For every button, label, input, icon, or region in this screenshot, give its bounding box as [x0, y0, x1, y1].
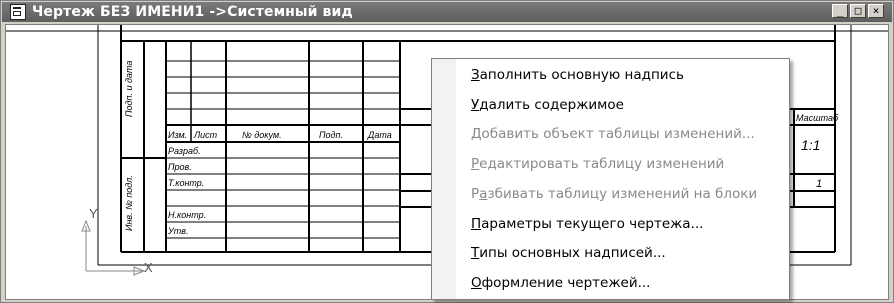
window-title: Чертеж БЕЗ ИМЕНИ1 ->Системный вид	[32, 4, 353, 20]
close-button[interactable]: ×	[868, 4, 884, 18]
row-label-utv: Утв.	[168, 226, 189, 236]
menu-current-drawing-params[interactable]: Параметры текущего чертежа...	[471, 216, 703, 232]
context-menu-gutter	[432, 59, 456, 299]
header-masshtab: Масштаб	[796, 113, 839, 123]
menu-fill-title-block[interactable]: Заполнить основную надпись	[471, 67, 684, 83]
row-label-prov: Пров.	[168, 162, 192, 172]
minimize-button[interactable]: _	[832, 4, 848, 18]
menu-edit-change-table[interactable]: Редактировать таблицу изменений	[471, 156, 724, 172]
menu-title-block-types[interactable]: Типы основных надписей...	[471, 245, 666, 261]
side-label-inv-number: Инв. № подл.	[124, 175, 134, 231]
axis-y-label: Y	[89, 206, 98, 221]
axis-x-label: X	[144, 260, 153, 275]
side-label-sign-date: Подп. и дата	[124, 60, 134, 117]
scale-value: 1:1	[801, 137, 821, 153]
drawing-document-icon[interactable]	[10, 4, 26, 20]
title-bar[interactable]: Чертеж БЕЗ ИМЕНИ1 ->Системный вид _ □ ×	[2, 2, 892, 22]
header-podp: Подп.	[319, 130, 343, 140]
menu-add-change-table-object[interactable]: Добавить объект таблицы изменений...	[471, 126, 755, 142]
menu-split-change-table[interactable]: Разбивать таблицу изменений на блоки	[471, 186, 757, 202]
maximize-button[interactable]: □	[850, 4, 866, 18]
row-label-nkontr: Н.контр.	[168, 210, 207, 220]
window-controls: _ □ ×	[832, 4, 884, 18]
row-label-razrab: Разраб.	[168, 146, 201, 156]
menu-delete-contents[interactable]: Удалить содержимое	[471, 97, 624, 113]
row-label-tkontr: Т.контр.	[168, 178, 205, 188]
sheets-value: 1	[816, 178, 823, 190]
header-izm: Изм.	[168, 130, 188, 140]
context-menu: Заполнить основную надпись Удалить содер…	[431, 58, 790, 300]
header-data: Дата	[368, 130, 392, 140]
menu-drawing-formatting[interactable]: Оформление чертежей...	[471, 275, 650, 291]
header-list: Лист	[194, 130, 218, 140]
header-doc: № докум.	[242, 130, 282, 140]
